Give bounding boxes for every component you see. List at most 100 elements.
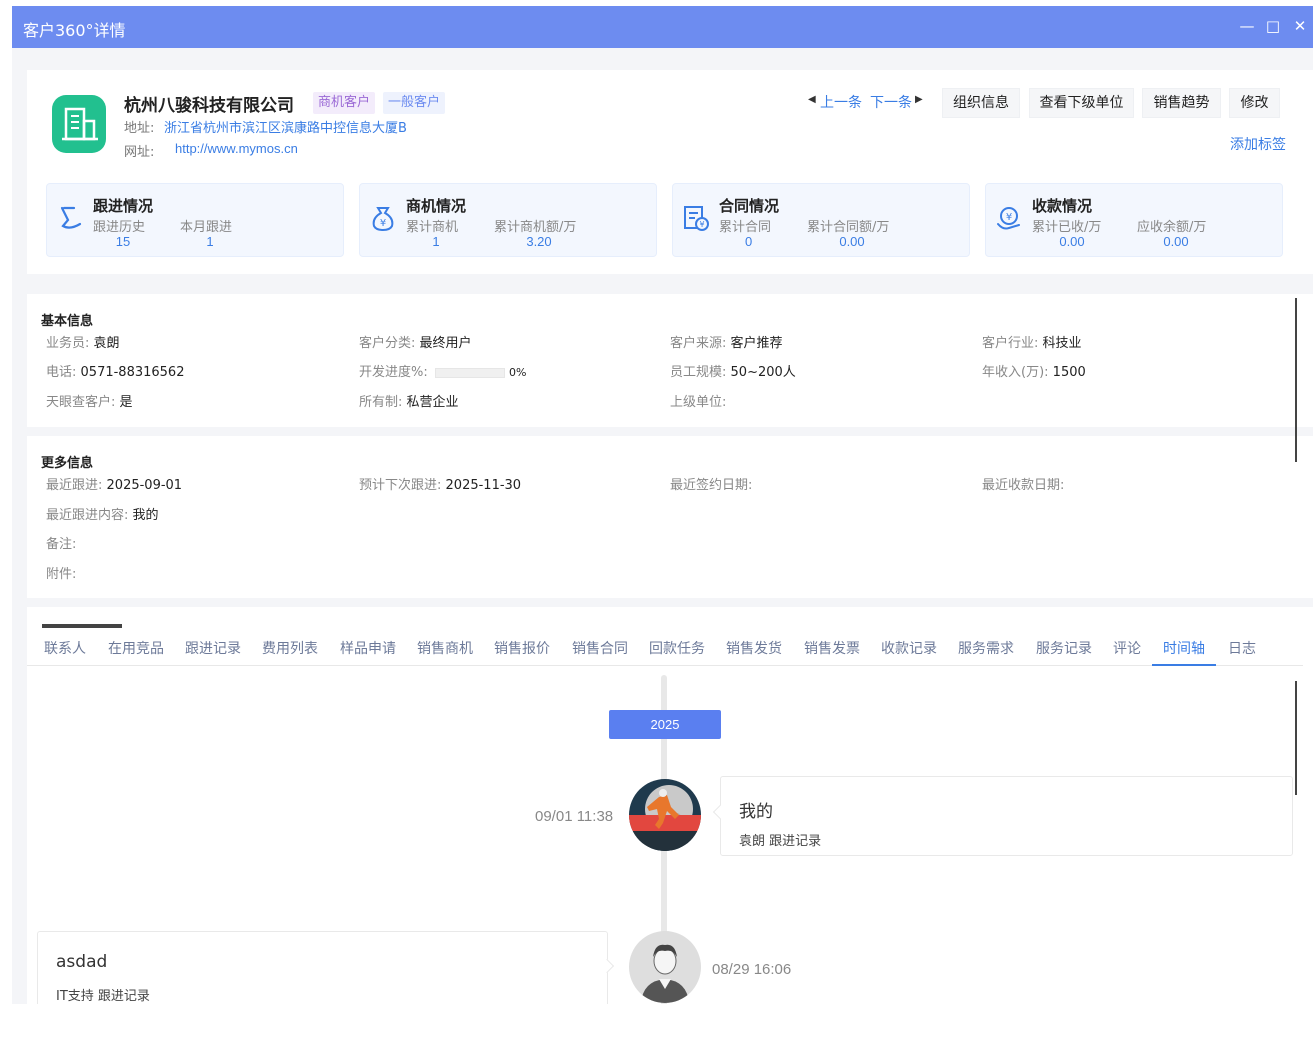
ownership-field: 所有制: 私营企业: [359, 391, 459, 410]
tab-sales-shipments[interactable]: 销售发货: [726, 638, 782, 658]
svg-text:¥: ¥: [699, 220, 704, 229]
tab-service-requests[interactable]: 服务需求: [958, 638, 1014, 658]
company-logo-icon: [52, 95, 106, 153]
card-value-2: 0.00: [1163, 234, 1189, 249]
card-value-1: 15: [115, 234, 131, 249]
avatar-default[interactable]: [629, 931, 701, 1003]
timeline-entry-subtitle: IT支持 跟进记录: [56, 989, 150, 1004]
add-tag-link[interactable]: 添加标签: [1230, 134, 1286, 154]
tab-follow-records[interactable]: 跟进记录: [185, 638, 241, 658]
field-label: 最近跟进:: [46, 478, 103, 493]
tab-sales-contracts[interactable]: 销售合同: [572, 638, 628, 658]
maximize-icon[interactable]: □: [1262, 15, 1284, 37]
stat-card-payment[interactable]: ¥ 收款情况 累计已收/万 应收余额/万 0.00 0.00: [985, 183, 1283, 257]
stat-card-followup[interactable]: 跟进情况 跟进历史 本月跟进 15 1: [46, 183, 344, 257]
tab-contacts[interactable]: 联系人: [44, 638, 86, 658]
tab-sales-invoices[interactable]: 销售发票: [804, 638, 860, 658]
followup-icon: [56, 204, 84, 232]
progress-field: 开发进度%: 0%: [359, 361, 526, 380]
industry-field: 客户行业: 科技业: [982, 332, 1082, 351]
prev-arrow-icon[interactable]: ◀: [808, 94, 816, 105]
last-sign-field: 最近签约日期:: [670, 474, 752, 493]
field-label: 业务员:: [46, 336, 90, 351]
tab-logs[interactable]: 日志: [1228, 638, 1256, 658]
timeline-entry-subtitle: 袁朗 跟进记录: [739, 834, 822, 849]
card-label-2: 应收余额/万: [1137, 220, 1207, 235]
tab-sales-opportunities[interactable]: 销售商机: [417, 638, 473, 658]
tag-opportunity-customer: 商机客户: [313, 92, 376, 114]
contract-icon: ¥: [682, 204, 710, 232]
minimize-icon[interactable]: —: [1236, 15, 1258, 37]
org-info-button[interactable]: 组织信息: [942, 88, 1020, 118]
card-label-2: 累计合同额/万: [807, 220, 890, 235]
field-value: 2025-09-01: [106, 478, 183, 493]
sub-units-button[interactable]: 查看下级单位: [1029, 88, 1134, 118]
money-bag-icon: ¥: [369, 204, 397, 232]
tab-sample-requests[interactable]: 样品申请: [340, 638, 396, 658]
staff-field: 员工规模: 50~200人: [670, 361, 796, 380]
last-follow-field: 最近跟进: 2025-09-01: [46, 474, 182, 493]
card-label-2: 本月跟进: [180, 220, 233, 235]
edit-button[interactable]: 修改: [1229, 88, 1280, 118]
timeline-scrollbar[interactable]: [1295, 681, 1297, 795]
attachment-field: 附件:: [46, 563, 76, 582]
panel-scrollbar[interactable]: [1295, 298, 1297, 462]
tab-collection-tasks[interactable]: 回款任务: [649, 638, 705, 658]
address-value[interactable]: 浙江省杭州市滨江区滨康路中控信息大厦B: [164, 117, 407, 136]
field-value: 0571-88316562: [80, 365, 185, 380]
field-value: 2025-11-30: [445, 478, 522, 493]
window-title: 客户360°详情: [23, 21, 126, 40]
stat-card-contract[interactable]: ¥ 合同情况 累计合同 累计合同额/万 0 0.00: [672, 183, 970, 257]
field-label: 上级单位:: [670, 395, 727, 410]
tab-expenses[interactable]: 费用列表: [262, 638, 318, 658]
tab-sales-quotes[interactable]: 销售报价: [494, 638, 550, 658]
next-follow-field: 预计下次跟进: 2025-11-30: [359, 474, 521, 493]
card-value-2: 0.00: [839, 234, 865, 249]
sales-trend-button[interactable]: 销售趋势: [1142, 88, 1221, 118]
card-label-2: 累计商机额/万: [494, 220, 577, 235]
timeline-time: 08/29 16:06: [712, 961, 792, 978]
field-label: 客户行业:: [982, 336, 1039, 351]
timeline-entry-card[interactable]: 我的 袁朗 跟进记录: [720, 776, 1293, 856]
card-title: 收款情况: [1032, 197, 1093, 215]
stat-card-opportunity[interactable]: ¥ 商机情况 累计商机 累计商机额/万 1 3.20: [359, 183, 657, 257]
tab-timeline[interactable]: 时间轴: [1163, 638, 1205, 658]
salesperson-field: 业务员: 袁朗: [46, 332, 120, 351]
tab-comments[interactable]: 评论: [1113, 638, 1141, 658]
card-value-2: 3.20: [526, 234, 552, 249]
avatar[interactable]: [629, 779, 701, 851]
address-label: 地址:: [124, 121, 155, 136]
website-link[interactable]: http://www.mymos.cn: [175, 141, 298, 156]
next-arrow-icon[interactable]: ▶: [915, 94, 923, 105]
category-field: 客户分类: 最终用户: [359, 332, 472, 351]
card-title: 跟进情况: [93, 197, 154, 215]
field-label: 所有制:: [359, 395, 403, 410]
card-label-1: 累计商机: [406, 220, 459, 235]
field-label: 附件:: [46, 567, 77, 582]
tab-payment-records[interactable]: 收款记录: [881, 638, 937, 658]
tab-competitors[interactable]: 在用竞品: [108, 638, 164, 658]
timeline-entry-card[interactable]: asdad IT支持 跟进记录: [37, 931, 608, 1004]
svg-text:¥: ¥: [380, 218, 386, 229]
field-label: 备注:: [46, 537, 77, 552]
field-label: 年收入(万):: [982, 365, 1049, 380]
prev-record-link[interactable]: 上一条: [820, 92, 862, 112]
field-value: 私营企业: [406, 395, 459, 410]
parent-unit-field: 上级单位:: [670, 391, 726, 410]
field-value: 袁朗: [93, 336, 120, 351]
timeline-time: 09/01 11:38: [535, 808, 614, 825]
last-content-field: 最近跟进内容: 我的: [46, 504, 159, 523]
card-label-1: 累计合同: [719, 220, 772, 235]
tab-service-records[interactable]: 服务记录: [1036, 638, 1092, 658]
phone-field: 电话: 0571-88316562: [46, 361, 184, 380]
field-label: 客户来源:: [670, 336, 727, 351]
tianyan-field: 天眼查客户: 是: [46, 391, 133, 410]
field-label: 最近签约日期:: [670, 478, 753, 493]
next-record-link[interactable]: 下一条: [870, 92, 912, 112]
basic-info-title: 基本信息: [41, 314, 94, 329]
close-icon[interactable]: ✕: [1289, 15, 1311, 37]
card-value-2: 1: [206, 234, 214, 249]
card-title: 商机情况: [406, 197, 467, 215]
field-label: 预计下次跟进:: [359, 478, 442, 493]
customer-360-window: 客户360°详情 — □ ✕ 杭州八骏科技有限公司 商机客户 一般客户 地址: …: [12, 6, 1313, 1004]
